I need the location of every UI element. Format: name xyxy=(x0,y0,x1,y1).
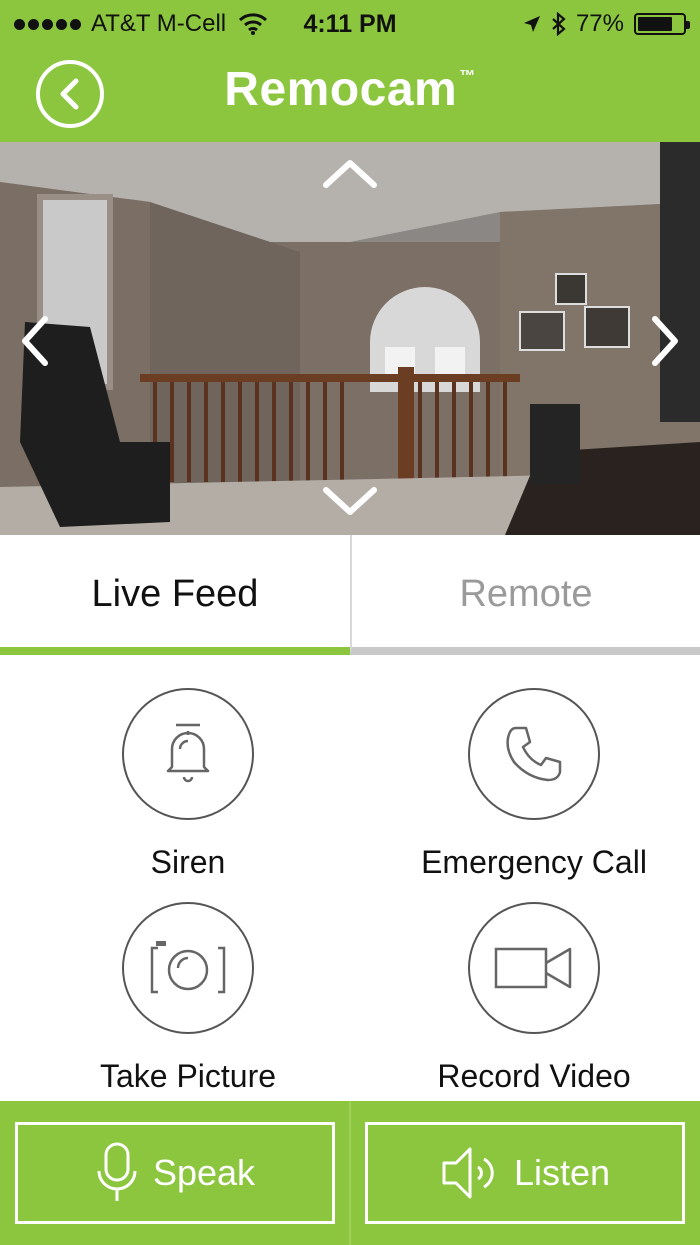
chevron-left-icon xyxy=(22,316,48,366)
camera-live-view[interactable] xyxy=(0,142,700,535)
speak-label: Speak xyxy=(152,1152,256,1193)
status-bar: AT&T M-Cell 4:11 PM 77% xyxy=(0,0,700,48)
tab-live-feed[interactable]: Live Feed xyxy=(0,535,350,655)
pan-right-button[interactable] xyxy=(644,310,688,372)
view-tabs: Live Feed Remote xyxy=(0,535,700,655)
app-title: Remocam ™ xyxy=(0,62,700,117)
bell-icon xyxy=(166,723,210,783)
trademark-symbol: ™ xyxy=(459,68,476,85)
pan-up-button[interactable] xyxy=(318,154,382,194)
pan-left-button[interactable] xyxy=(12,310,56,372)
status-right: 77% xyxy=(522,10,690,38)
emergency-call-button[interactable] xyxy=(468,688,600,820)
record-video-label: Record Video xyxy=(437,1058,631,1094)
app-title-text: Remocam xyxy=(224,63,458,116)
tab-label: Live Feed xyxy=(91,572,259,615)
siren-action[interactable]: Siren xyxy=(38,688,338,881)
battery-icon xyxy=(634,13,690,35)
title-bar: Remocam ™ xyxy=(0,48,700,142)
record-video-button[interactable] xyxy=(468,902,600,1034)
video-camera-icon xyxy=(494,947,572,989)
battery-percent: 77% xyxy=(575,10,624,37)
camera-feed-image xyxy=(0,142,700,535)
siren-button[interactable] xyxy=(122,688,254,820)
bottom-divider xyxy=(349,1101,351,1245)
chevron-right-icon xyxy=(652,316,678,366)
microphone-icon xyxy=(97,1142,137,1201)
location-arrow-icon xyxy=(523,16,540,32)
take-picture-label: Take Picture xyxy=(99,1058,277,1094)
battery-level xyxy=(638,17,672,31)
listen-button[interactable]: Listen xyxy=(365,1122,685,1224)
pan-down-button[interactable] xyxy=(318,478,382,524)
tab-label: Remote xyxy=(459,572,593,615)
phone-icon xyxy=(506,726,562,782)
emergency-call-label: Emergency Call xyxy=(421,844,647,880)
tab-remote[interactable]: Remote xyxy=(350,535,700,655)
record-video-action[interactable]: Record Video xyxy=(384,902,684,1095)
camera-icon xyxy=(150,941,226,994)
chevron-down-icon xyxy=(323,487,377,515)
bluetooth-icon xyxy=(552,12,566,36)
listen-label: Listen xyxy=(513,1152,611,1193)
bottom-bar: Speak Listen xyxy=(0,1101,700,1245)
take-picture-button[interactable] xyxy=(122,902,254,1034)
siren-label: Siren xyxy=(150,844,226,880)
emergency-call-action[interactable]: Emergency Call xyxy=(384,688,684,881)
take-picture-action[interactable]: Take Picture xyxy=(38,902,338,1095)
chevron-up-icon xyxy=(323,160,377,188)
speaker-icon xyxy=(442,1147,494,1199)
speak-button[interactable]: Speak xyxy=(15,1122,335,1224)
